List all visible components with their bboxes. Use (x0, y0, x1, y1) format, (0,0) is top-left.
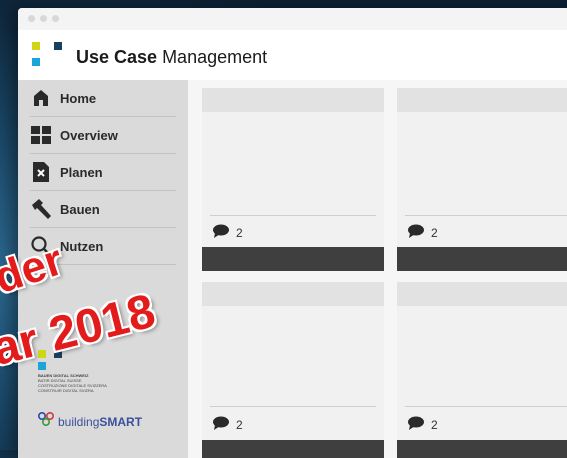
card-header (397, 88, 567, 112)
logo-square-cyan (32, 58, 40, 66)
grid-icon (30, 124, 52, 146)
comment-icon (407, 224, 425, 241)
sidebar-item-overview[interactable]: Overview (30, 117, 176, 154)
card-divider (210, 406, 376, 407)
window-titlebar (18, 8, 567, 30)
window-close-button[interactable] (28, 15, 35, 22)
sidebar-item-label: Overview (60, 127, 118, 143)
comment-icon (212, 416, 230, 433)
app-title-bold: Use Case (76, 47, 158, 67)
card-footer (202, 247, 384, 271)
document-icon (30, 161, 52, 183)
card-comments[interactable]: 2 (212, 416, 243, 433)
card-comments[interactable]: 2 (407, 416, 438, 433)
card-footer (397, 247, 567, 271)
comment-count: 2 (236, 225, 243, 240)
sidebar-item-planen[interactable]: Planen (30, 154, 176, 191)
card-divider (210, 215, 376, 216)
app-logo (32, 42, 68, 72)
logo-square-navy (54, 42, 62, 50)
sidebar-item-label: Nutzen (60, 238, 104, 254)
sidebar-item-bauen[interactable]: Bauen (30, 191, 176, 228)
use-case-grid: 2 2 2 2 (188, 80, 567, 458)
comment-icon (407, 416, 425, 433)
use-case-card[interactable]: 2 (202, 282, 384, 458)
comment-count: 2 (236, 417, 243, 432)
app-title-rest: Management (157, 47, 268, 67)
card-header (202, 88, 384, 112)
sidebar-item-label: Bauen (60, 201, 100, 217)
app-header: Use Case Management (18, 30, 567, 80)
use-case-card[interactable]: 2 (202, 88, 384, 271)
buildingsmart-emblem-icon (37, 411, 55, 431)
app-title: Use Case Management (76, 47, 267, 68)
buildingsmart-logo: buildingSMART (30, 411, 180, 431)
hammer-icon (30, 198, 52, 220)
logo-square-yellow (32, 42, 40, 50)
card-comments[interactable]: 2 (212, 224, 243, 241)
comment-count: 2 (431, 417, 438, 432)
card-header (202, 282, 384, 306)
sidebar-item-label: Home (60, 90, 97, 106)
app-window: Use Case Management Home Overview Planen (18, 8, 567, 458)
partner-logo-line: CONSTRUIR DIGITAL SVIZRA (38, 388, 94, 393)
card-divider (405, 406, 567, 407)
buildingsmart-part1: building (58, 414, 100, 429)
card-header (397, 282, 567, 306)
window-minimize-button[interactable] (40, 15, 47, 22)
use-case-card[interactable]: 2 (397, 88, 567, 271)
sidebar-item-home[interactable]: Home (30, 80, 176, 117)
window-zoom-button[interactable] (52, 15, 59, 22)
use-case-card[interactable]: 2 (397, 282, 567, 458)
partner-logo-text: BAUEN DIGITAL SCHWEIZ BATIR DIGITAL SUIS… (38, 373, 180, 393)
buildingsmart-wordmark: buildingSMART (58, 415, 142, 429)
card-comments[interactable]: 2 (407, 224, 438, 241)
card-footer (397, 440, 567, 458)
comment-count: 2 (431, 225, 438, 240)
buildingsmart-part2: SMART (99, 414, 143, 429)
card-footer (202, 440, 384, 458)
home-icon (30, 87, 52, 109)
comment-icon (212, 224, 230, 241)
card-divider (405, 215, 567, 216)
sidebar-item-label: Planen (60, 164, 103, 180)
